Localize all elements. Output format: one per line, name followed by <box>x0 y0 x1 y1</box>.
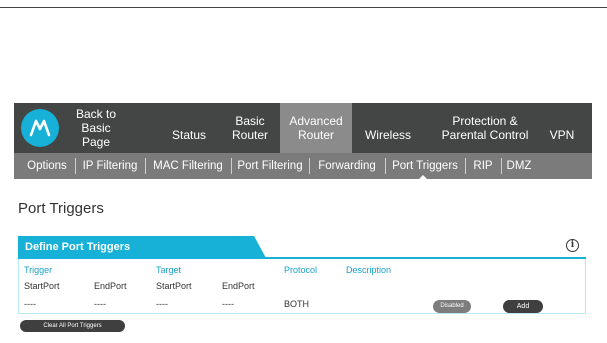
row-trigger-startport: ---- <box>24 299 36 309</box>
row-protocol: BOTH <box>284 299 310 309</box>
subnav-divider <box>309 158 310 174</box>
subnav-divider <box>385 158 386 174</box>
top-divider <box>0 7 607 8</box>
subnav-options[interactable]: Options <box>24 153 70 179</box>
nav-label-line2: Router <box>231 128 269 142</box>
subheader-target-endport: EndPort <box>222 281 255 291</box>
nav-label-line2: Router <box>297 128 335 142</box>
active-tab-caret <box>418 175 428 180</box>
subnav-divider <box>231 158 232 174</box>
motorola-logo[interactable] <box>21 109 59 147</box>
nav-label-line1: Advanced <box>289 114 343 128</box>
subnav-dmz[interactable]: DMZ <box>506 153 532 179</box>
sub-navigation: Options IP Filtering MAC Filtering Port … <box>14 153 592 180</box>
column-header-target: Target <box>156 265 182 275</box>
nav-basic-router[interactable]: Basic Router <box>228 103 272 153</box>
subnav-divider <box>465 158 466 174</box>
row-target-endport: ---- <box>222 299 234 309</box>
disabled-toggle-button[interactable]: Disabled <box>433 300 471 313</box>
nav-label: Wireless <box>364 128 411 142</box>
nav-vpn[interactable]: VPN <box>544 103 580 153</box>
main-navigation: Back to Basic Page Status Basic Router A… <box>14 103 592 153</box>
clear-all-port-triggers-button[interactable]: Clear All Port Triggers <box>20 320 125 332</box>
nav-label-line2: Basic Page <box>81 121 111 149</box>
add-button[interactable]: Add <box>503 300 543 313</box>
nav-label-line1: Basic <box>235 114 265 128</box>
nav-advanced-router[interactable]: Advanced Router <box>280 103 352 153</box>
nav-label-line1: Back to <box>75 107 117 121</box>
nav-label: Status <box>171 128 207 142</box>
column-header-trigger: Trigger <box>24 265 53 275</box>
subnav-port-filtering[interactable]: Port Filtering <box>236 153 304 179</box>
subnav-ip-filtering[interactable]: IP Filtering <box>80 153 140 179</box>
router-admin-panel: Back to Basic Page Status Basic Router A… <box>14 103 592 339</box>
page-title: Port Triggers <box>18 200 104 217</box>
nav-status[interactable]: Status <box>164 103 214 153</box>
nav-label-line2: Parental Control <box>441 128 529 142</box>
nav-label-line1: Protection & <box>452 114 518 128</box>
nav-protection-parental-control[interactable]: Protection & Parental Control <box>432 103 538 153</box>
subnav-divider <box>145 158 146 174</box>
subnav-rip[interactable]: RIP <box>470 153 496 179</box>
info-icon[interactable]: i <box>566 239 579 252</box>
nav-label: VPN <box>549 128 575 142</box>
subnav-mac-filtering[interactable]: MAC Filtering <box>150 153 226 179</box>
subnav-divider <box>501 158 502 174</box>
column-header-protocol: Protocol <box>284 265 318 275</box>
nav-wireless[interactable]: Wireless <box>360 103 416 153</box>
section-header: Define Port Triggers <box>18 236 266 258</box>
section-title: Define Port Triggers <box>25 241 131 253</box>
nav-back-to-basic-page[interactable]: Back to Basic Page <box>68 103 124 153</box>
column-header-description: Description <box>346 265 392 275</box>
subheader-trigger-startport: StartPort <box>24 281 60 291</box>
subheader-trigger-endport: EndPort <box>94 281 127 291</box>
row-trigger-endport: ---- <box>94 299 106 309</box>
row-target-startport: ---- <box>156 299 168 309</box>
subheader-target-startport: StartPort <box>156 281 192 291</box>
subnav-forwarding[interactable]: Forwarding <box>314 153 380 179</box>
subnav-divider <box>75 158 76 174</box>
motorola-m-icon <box>29 119 51 137</box>
